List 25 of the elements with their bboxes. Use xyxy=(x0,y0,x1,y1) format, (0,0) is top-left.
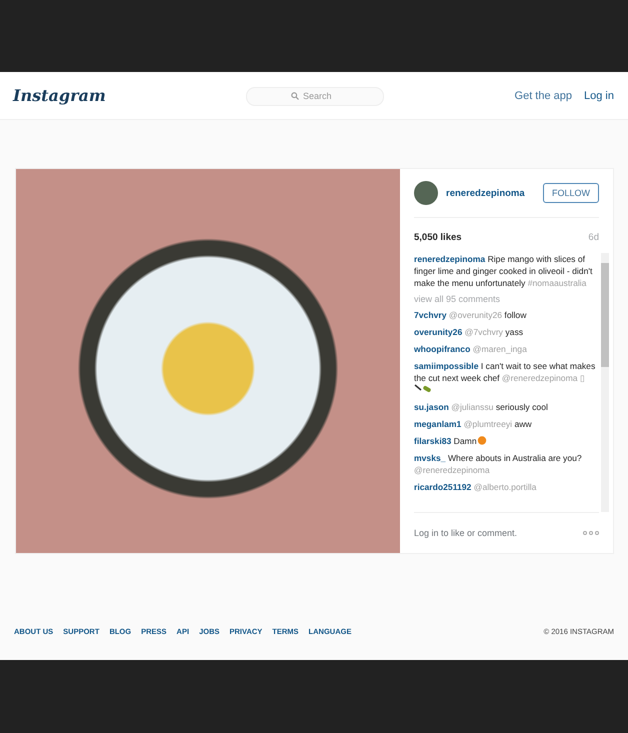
login-prompt[interactable]: Log in to like or comment. xyxy=(414,528,518,538)
avatar[interactable] xyxy=(414,181,438,205)
search-field[interactable]: Search xyxy=(246,86,384,106)
more-options-icon[interactable] xyxy=(583,531,599,535)
likes-count: 5,050 likes xyxy=(414,232,462,243)
post-age: 6d xyxy=(588,232,599,243)
comment-text: su.jason @julianssu seriously cool xyxy=(414,401,549,413)
comment-text: overunity26 @7vchvry yass xyxy=(414,326,524,338)
fruit-emoji-icon xyxy=(476,435,487,445)
comment-text: filarski83 Damn xyxy=(414,435,599,447)
comment-text: meganlam1 @plumtreeyi aww xyxy=(414,418,533,430)
header-link[interactable]: Get the app xyxy=(514,90,572,102)
caption-text: reneredzepinoma Ripe mango with slices of finger lime and ginger cooked in oliveoil - didn't make the menu unfortunately #nomaaustralia xyxy=(414,253,594,289)
comment-text: ricardo251192 @alberto.portilla xyxy=(414,481,538,493)
username-link[interactable]: reneredzepinoma xyxy=(446,188,525,198)
comment-text: whoopifranco @maren_inga xyxy=(414,343,528,355)
scrollbar[interactable] xyxy=(601,253,609,512)
knife-cucumber-emoji-icon xyxy=(414,384,432,394)
header-link[interactable]: Log in xyxy=(584,90,614,102)
follow-button[interactable]: FOLLOW xyxy=(542,183,599,203)
comment-text: mvsks_ Where abouts in Australia are you? @reneredzepinoma xyxy=(414,452,583,476)
instagram-logo[interactable]: Instagram xyxy=(13,86,246,105)
comment-text: 7vchvry @overunity26 follow xyxy=(414,309,528,321)
comment-text: samiimpossible I can't wait to see what makes the cut next week chef @reneredzepinoma ▯ xyxy=(414,360,599,396)
search-icon xyxy=(291,92,299,100)
